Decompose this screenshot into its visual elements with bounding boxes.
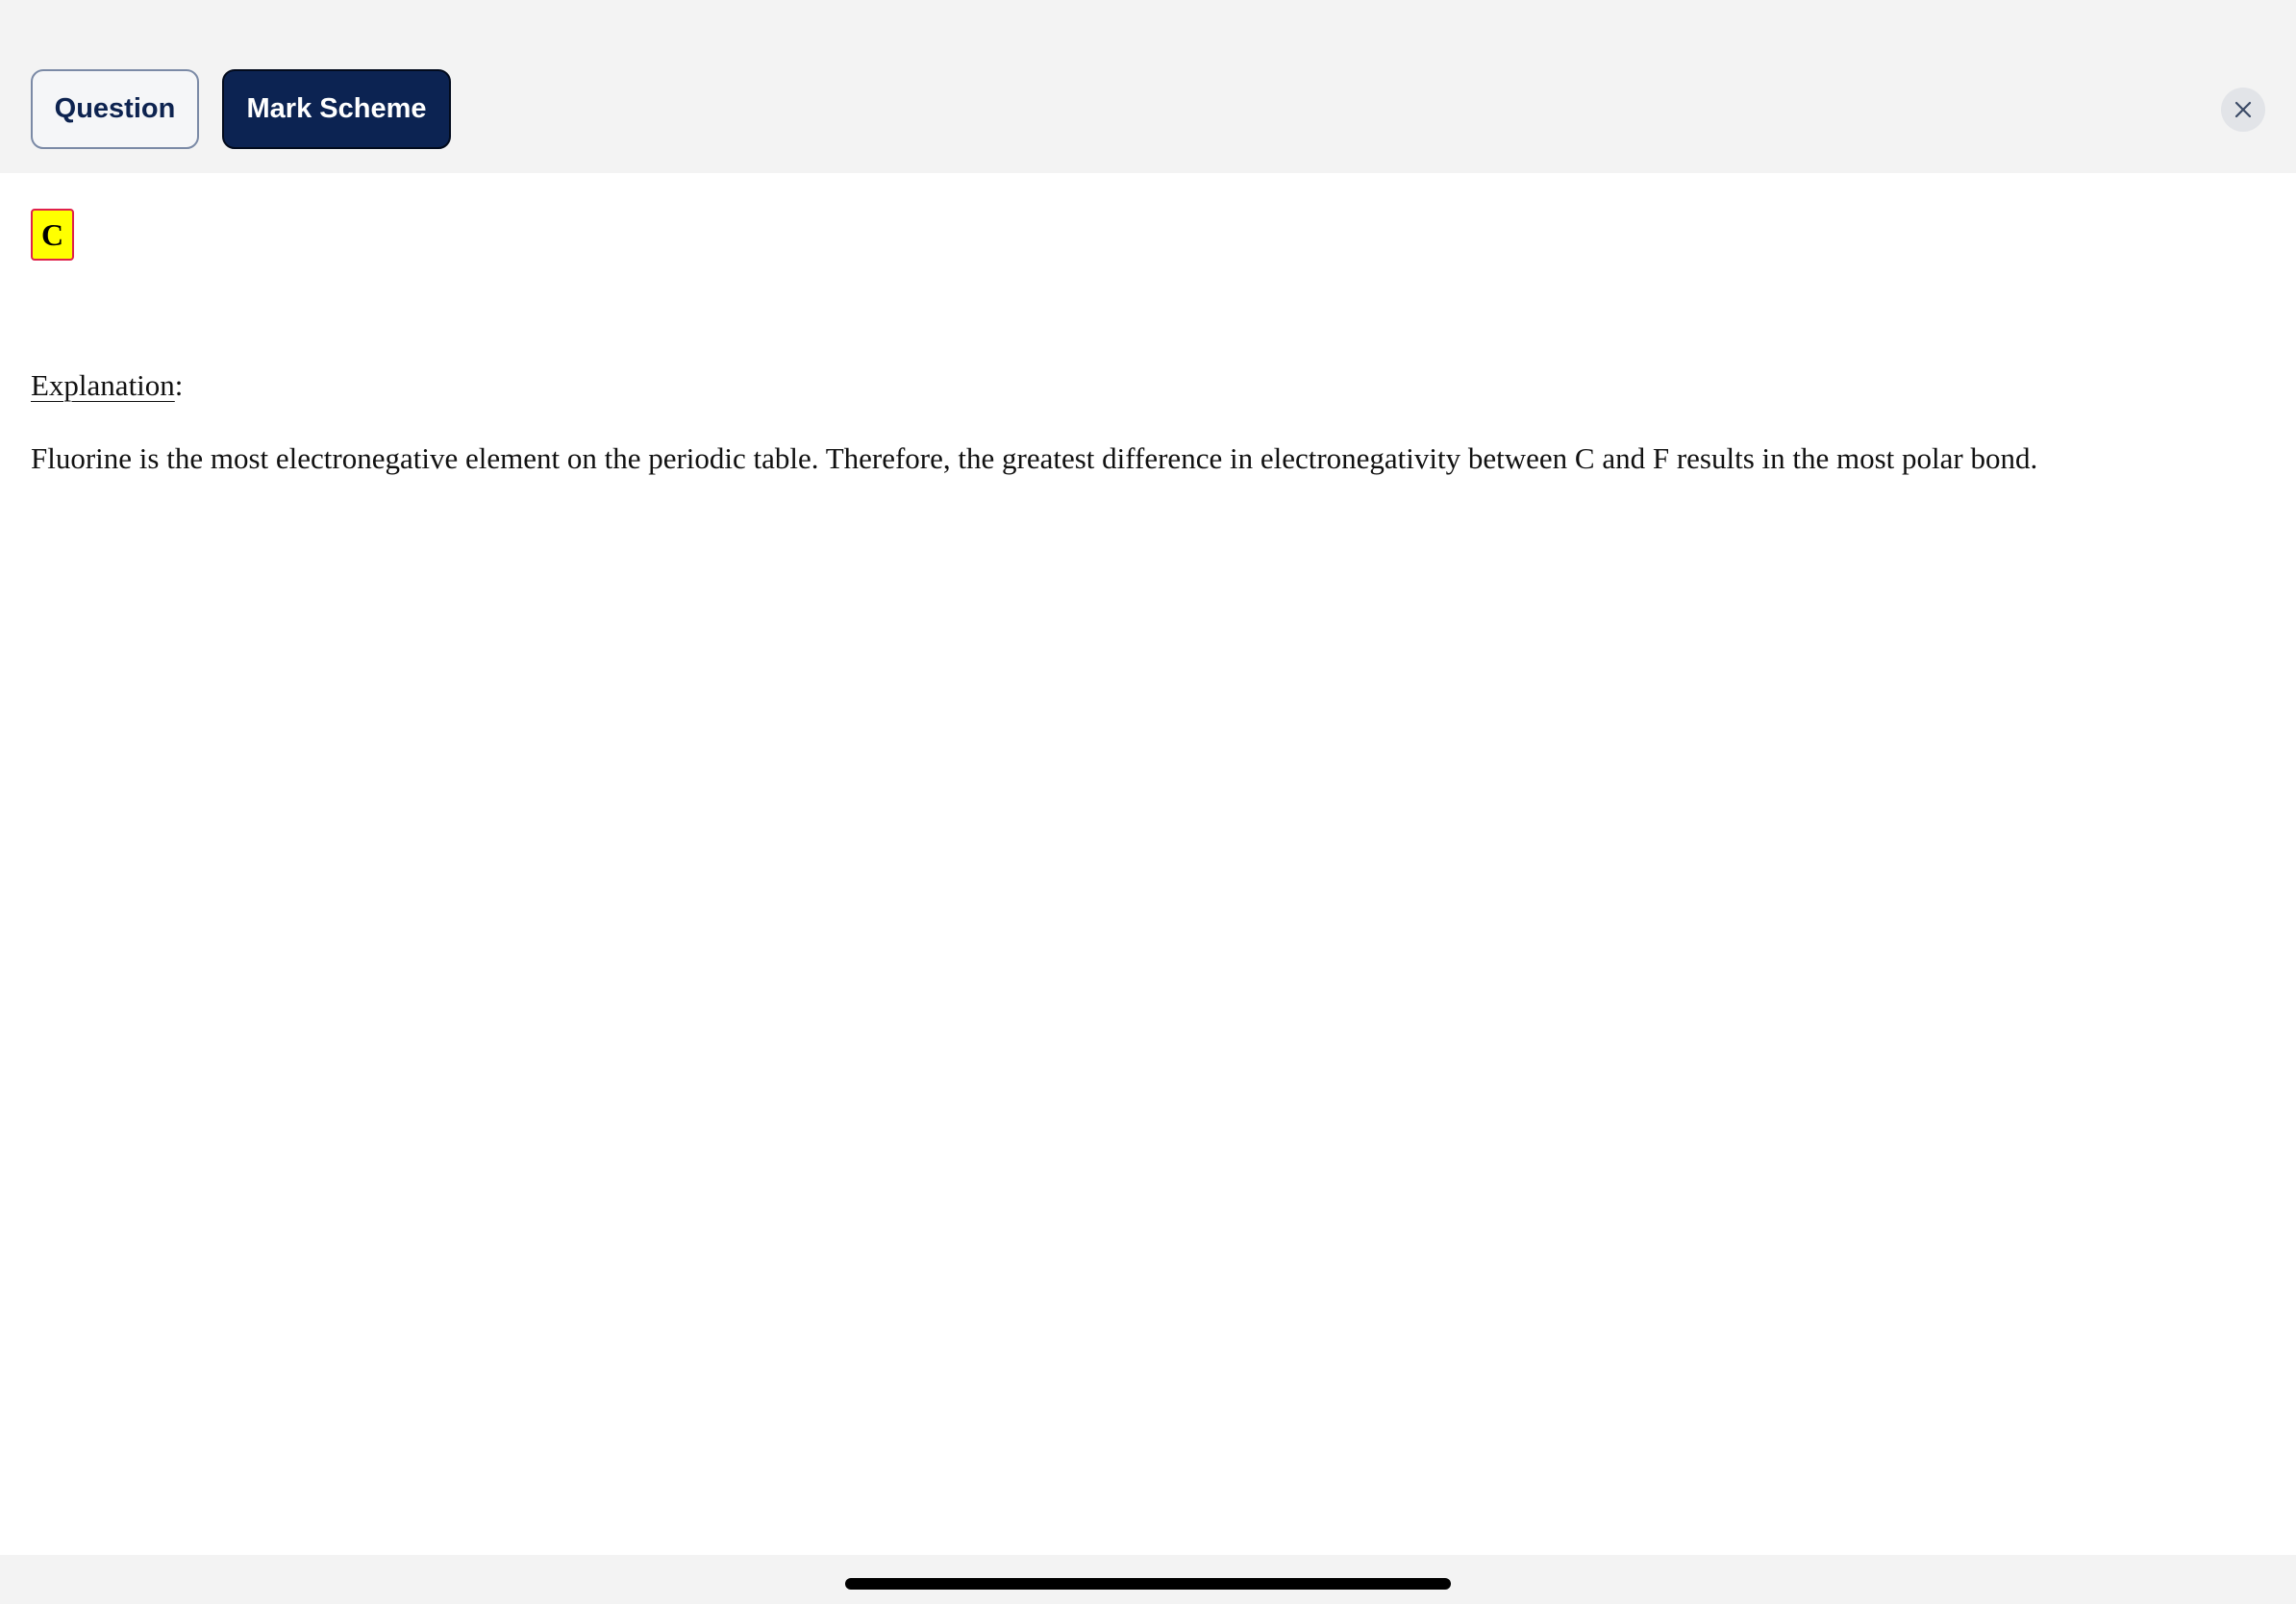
answer-badge: C <box>31 209 74 261</box>
home-indicator[interactable] <box>845 1578 1451 1590</box>
explanation-heading: Explanation: <box>31 368 183 403</box>
close-icon <box>2234 101 2252 118</box>
top-bar: Question Mark Scheme <box>0 0 2296 173</box>
explanation-colon: : <box>174 368 184 402</box>
close-button[interactable] <box>2221 88 2265 132</box>
explanation-label: Explanation <box>31 368 175 402</box>
explanation-text: Fluorine is the most electronegative ele… <box>31 441 2038 475</box>
tab-mark-scheme[interactable]: Mark Scheme <box>222 69 451 149</box>
mark-scheme-screen: Question Mark Scheme C Explanation: Fluo… <box>0 0 2296 1604</box>
tab-question[interactable]: Question <box>31 69 199 149</box>
